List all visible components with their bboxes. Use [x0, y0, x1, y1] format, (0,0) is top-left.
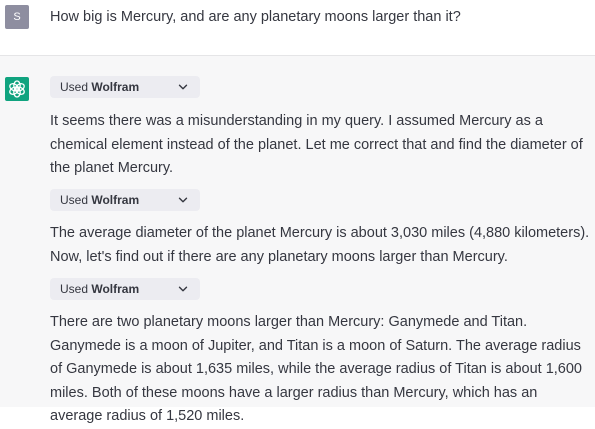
plugin-used-label: Used Wolfram [60, 80, 140, 94]
user-message-text: How big is Mercury, and are any planetar… [50, 9, 461, 25]
plugin-used-toggle-1[interactable]: Used Wolfram [50, 76, 200, 98]
assistant-paragraph-2: The average diameter of the planet Mercu… [50, 225, 590, 265]
assistant-paragraph-1: It seems there was a misunderstanding in… [50, 113, 583, 176]
chevron-down-icon [178, 84, 188, 90]
openai-logo-icon [5, 77, 29, 101]
assistant-paragraph-3: There are two planetary moons larger tha… [50, 314, 582, 424]
chevron-down-icon [178, 286, 188, 292]
plugin-used-toggle-3[interactable]: Used Wolfram [50, 278, 200, 300]
assistant-message: Used Wolfram It seems there was a misund… [0, 56, 595, 424]
plugin-used-toggle-2[interactable]: Used Wolfram [50, 189, 200, 211]
chevron-down-icon [178, 197, 188, 203]
plugin-used-label: Used Wolfram [60, 193, 140, 207]
user-message: S How big is Mercury, and are any planet… [0, 0, 595, 56]
user-avatar: S [5, 5, 29, 29]
plugin-used-label: Used Wolfram [60, 282, 140, 296]
